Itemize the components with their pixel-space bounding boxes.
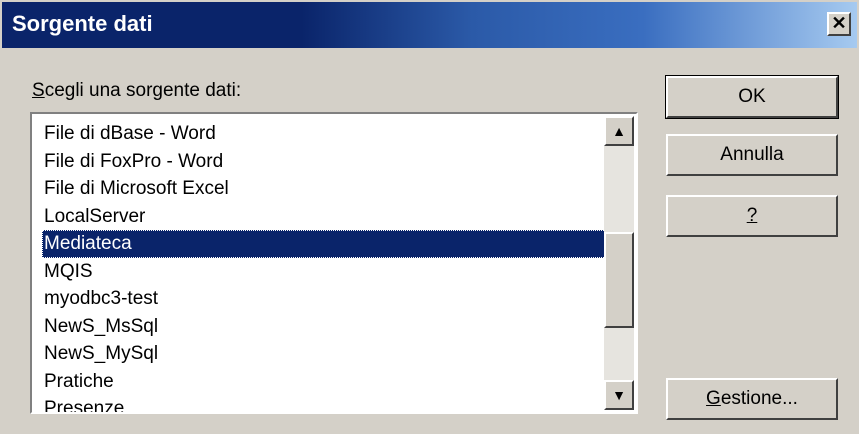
scroll-down-button[interactable]: ▼	[604, 380, 634, 410]
choose-source-label: Scegli una sorgente dati:	[32, 80, 241, 102]
list-item[interactable]: File di dBase - Word	[42, 120, 608, 148]
manage-label: estione...	[720, 388, 798, 409]
data-source-dialog: Sorgente dati ✕ Scegli una sorgente dati…	[0, 0, 859, 434]
data-source-listbox[interactable]: File di dBase - Word File di FoxPro - Wor…	[30, 112, 638, 414]
vertical-scrollbar[interactable]: ▲ ▼	[604, 116, 634, 410]
scroll-thumb[interactable]	[604, 232, 634, 328]
arrow-down-icon: ▼	[612, 387, 626, 403]
title-bar[interactable]: Sorgente dati ✕	[2, 2, 857, 48]
list-item[interactable]: Mediateca	[42, 230, 608, 258]
ok-button[interactable]: OK	[665, 75, 839, 119]
window-title: Sorgente dati	[12, 11, 153, 36]
list-item[interactable]: LocalServer	[42, 203, 608, 231]
list-item[interactable]: File di FoxPro - Word	[42, 148, 608, 176]
manage-button[interactable]: Gestione...	[666, 378, 838, 420]
list-item[interactable]: Pratiche	[42, 368, 608, 396]
close-icon: ✕	[831, 13, 847, 33]
scroll-up-button[interactable]: ▲	[604, 116, 634, 146]
label-text: cegli una sorgente dati:	[44, 80, 242, 101]
close-button[interactable]: ✕	[827, 12, 851, 36]
help-button[interactable]: ?	[666, 195, 838, 237]
help-label: ?	[746, 205, 758, 226]
list-item[interactable]: MQIS	[42, 258, 608, 286]
list-item[interactable]: Presenze	[42, 395, 608, 412]
list-item[interactable]: NewS_MsSql	[42, 313, 608, 341]
arrow-up-icon: ▲	[612, 123, 626, 139]
list-item[interactable]: NewS_MySql	[42, 340, 608, 368]
list-item[interactable]: File di Microsoft Excel	[42, 175, 608, 203]
label-mnemonic: S	[32, 80, 45, 101]
cancel-button[interactable]: Annulla	[666, 134, 838, 176]
manage-mnemonic: G	[706, 388, 721, 409]
list-item[interactable]: myodbc3-test	[42, 285, 608, 313]
data-source-list[interactable]: File di dBase - Word File di FoxPro - Wor…	[42, 120, 608, 412]
